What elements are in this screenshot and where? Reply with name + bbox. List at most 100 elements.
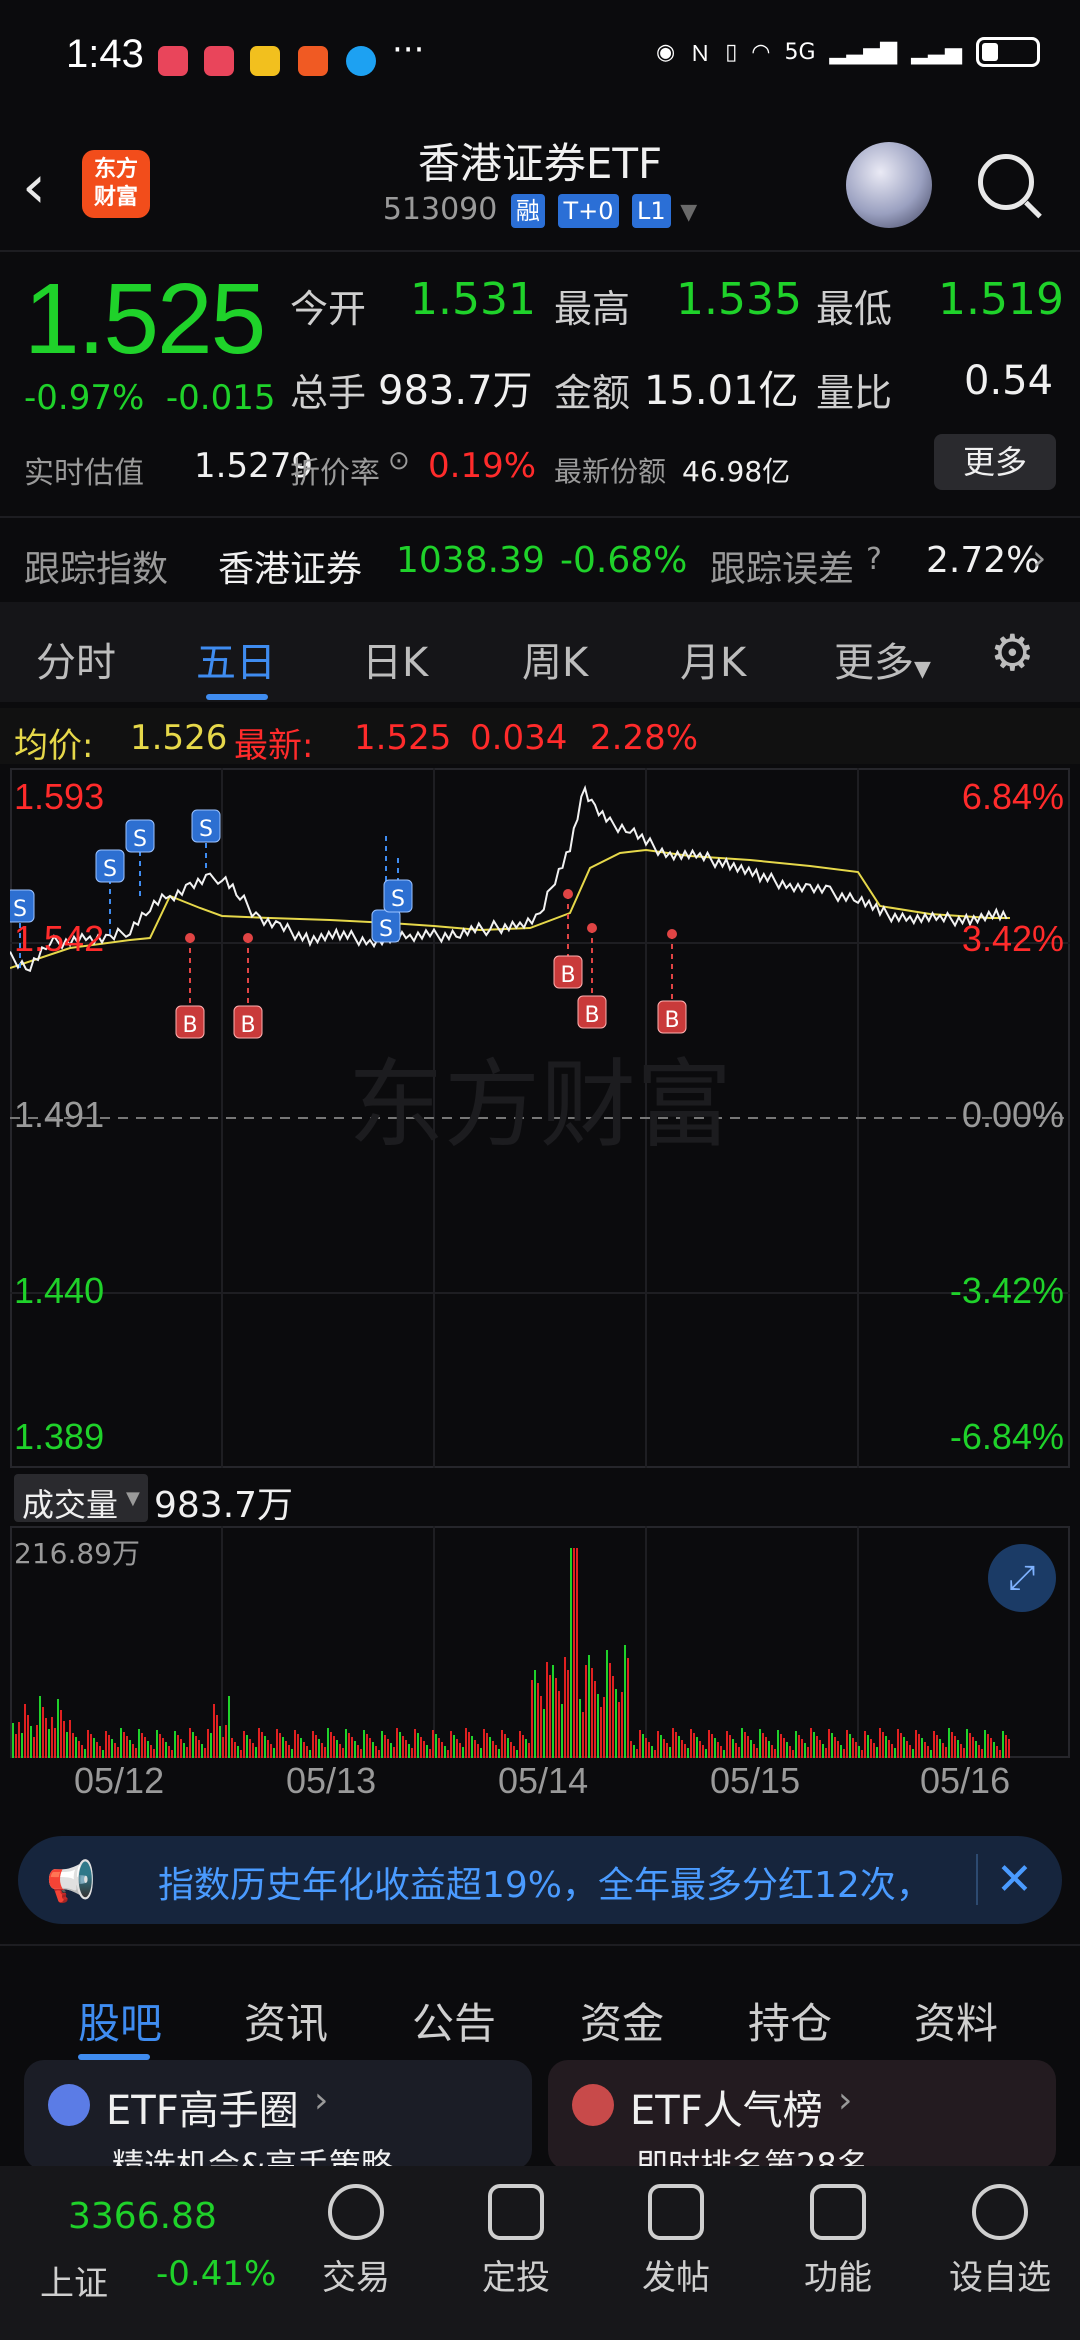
tab-holdings[interactable]: 持仓 bbox=[748, 1990, 832, 2051]
volume-bar bbox=[564, 1657, 566, 1758]
search-icon[interactable] bbox=[978, 154, 1034, 210]
tab-more[interactable]: 更多▼ bbox=[834, 630, 931, 688]
grid-icon bbox=[810, 2184, 866, 2240]
volume-bar bbox=[774, 1749, 776, 1758]
tab-daily-k[interactable]: 日K bbox=[362, 630, 428, 688]
volume-bar bbox=[315, 1735, 317, 1758]
volume-bar bbox=[15, 1734, 17, 1758]
volume-bar bbox=[951, 1732, 953, 1758]
buy-marker-label: B bbox=[182, 1013, 197, 1038]
volume-bar bbox=[213, 1704, 215, 1758]
volume-bar bbox=[969, 1733, 971, 1758]
volume-bar bbox=[882, 1732, 884, 1758]
tab-forum[interactable]: 股吧 bbox=[78, 1990, 162, 2051]
volume-bar bbox=[435, 1734, 437, 1758]
tab-profile[interactable]: 资料 bbox=[914, 1990, 998, 2051]
index-name: 上证 bbox=[40, 2264, 108, 2304]
volume-bar bbox=[42, 1707, 44, 1758]
volume-bar bbox=[153, 1749, 155, 1758]
volume-bar bbox=[897, 1729, 899, 1758]
volume-bar bbox=[201, 1744, 203, 1758]
volume-bar bbox=[66, 1732, 68, 1758]
y-tick-right: 0.00% bbox=[961, 1094, 1064, 1135]
volume-bar bbox=[954, 1736, 956, 1758]
volume-bar bbox=[531, 1680, 533, 1758]
volume-bar bbox=[204, 1748, 206, 1758]
promo-banner[interactable]: 📢 指数历史年化收益超19%，全年最多分红12次， ✕ bbox=[18, 1836, 1062, 1924]
tab-announcements[interactable]: 公告 bbox=[412, 1990, 496, 2051]
volume-bar bbox=[198, 1740, 200, 1758]
tracking-error-label: 跟踪误差 bbox=[710, 549, 855, 590]
volume-bar bbox=[915, 1730, 917, 1758]
more-quote-button[interactable]: 更多 bbox=[934, 434, 1056, 490]
volume-bar bbox=[1005, 1735, 1007, 1758]
more-info-icon[interactable]: ⊙ bbox=[388, 446, 410, 476]
volume-bar bbox=[687, 1748, 689, 1758]
card-title: ETF高手圈 bbox=[106, 2088, 299, 2134]
volume-bar bbox=[819, 1740, 821, 1758]
volume-bar bbox=[714, 1738, 716, 1758]
tracking-index-pct: -0.68% bbox=[560, 540, 688, 581]
tracking-index-row[interactable]: 跟踪指数 香港证券 1038.39 -0.68% 跟踪误差 ? 2.72% › bbox=[0, 520, 1080, 600]
nav-add-watchlist[interactable]: 设自选 bbox=[940, 2184, 1060, 2299]
volume-bar bbox=[771, 1745, 773, 1758]
volume-bar bbox=[72, 1733, 74, 1758]
etf-expert-card[interactable]: ETF高手圈 › 精选机会&高手策略 bbox=[24, 2060, 532, 2184]
volume-bar bbox=[396, 1728, 398, 1758]
close-icon[interactable]: ✕ bbox=[976, 1854, 1033, 1905]
volume-bar bbox=[591, 1668, 593, 1758]
volume-bar bbox=[285, 1741, 287, 1758]
nav-post[interactable]: 发帖 bbox=[616, 2184, 736, 2299]
five-day-price-chart[interactable]: 东方财富 SSSSSSBBBBB 1.593 1.542 1.491 1.440… bbox=[5, 768, 1070, 1468]
date-label: 05/13 bbox=[286, 1760, 377, 1801]
assistant-robot-icon[interactable] bbox=[846, 142, 932, 228]
nav-label: 定投 bbox=[482, 2258, 550, 2298]
volume-bar bbox=[612, 1676, 614, 1758]
nav-invest[interactable]: 定投 bbox=[456, 2184, 576, 2299]
expand-icon[interactable]: ⤢ bbox=[988, 1544, 1056, 1612]
volume-chart[interactable]: 216.89万 ⤢ bbox=[10, 1526, 1070, 1758]
volume-bar bbox=[90, 1734, 92, 1758]
help-icon[interactable]: ? bbox=[866, 542, 882, 577]
indicator-select[interactable]: 成交量 ▼ bbox=[14, 1474, 148, 1524]
tab-intraday[interactable]: 分时 bbox=[36, 630, 116, 688]
volume-bar bbox=[282, 1737, 284, 1758]
tracking-label: 跟踪指数 bbox=[24, 549, 169, 590]
volume-bar bbox=[540, 1696, 542, 1758]
price-info-bar: 均价: 1.526 最新: 1.525 0.034 2.28% bbox=[0, 708, 1080, 766]
volume-bar bbox=[606, 1650, 608, 1758]
tab-funds[interactable]: 资金 bbox=[580, 1990, 664, 2051]
y-tick-right: 6.84% bbox=[961, 776, 1064, 817]
tab-weekly-k[interactable]: 周K bbox=[522, 630, 588, 688]
volume-bar bbox=[351, 1737, 353, 1758]
volume-bar bbox=[501, 1730, 503, 1758]
tab-five-day[interactable]: 五日 bbox=[196, 630, 276, 688]
tab-news[interactable]: 资讯 bbox=[244, 1990, 328, 2051]
volume-bar bbox=[759, 1729, 761, 1758]
tab-monthly-k[interactable]: 月K bbox=[680, 630, 746, 688]
volume-bar bbox=[993, 1742, 995, 1758]
volume-bar bbox=[930, 1750, 932, 1758]
volume-bar bbox=[369, 1738, 371, 1758]
nav-trade[interactable]: 交易 bbox=[296, 2184, 416, 2299]
banner-text: 指数历史年化收益超19%，全年最多分红12次， bbox=[158, 1865, 932, 1906]
volume-bar bbox=[93, 1738, 95, 1758]
volume-bar bbox=[303, 1742, 305, 1758]
y-tick-left: 1.593 bbox=[14, 776, 105, 817]
volume-bar bbox=[246, 1735, 248, 1758]
volume-bar bbox=[321, 1743, 323, 1758]
volume-bar bbox=[84, 1749, 86, 1758]
volume-bar bbox=[978, 1745, 980, 1758]
volume-bar bbox=[411, 1748, 413, 1758]
wifi-icon: ◠ bbox=[751, 39, 771, 65]
volume-bar bbox=[777, 1730, 779, 1758]
y-tick-left: 1.491 bbox=[14, 1094, 105, 1135]
chevron-down-icon: ▼ bbox=[914, 657, 931, 682]
etf-popularity-card[interactable]: ETF人气榜 › 即时排名第28名 bbox=[548, 2060, 1056, 2184]
volume-bar bbox=[186, 1747, 188, 1758]
volume-bar bbox=[108, 1735, 110, 1758]
nav-label: 功能 bbox=[804, 2258, 872, 2298]
volume-max-label: 216.89万 bbox=[14, 1537, 140, 1570]
nav-functions[interactable]: 功能 bbox=[778, 2184, 898, 2299]
gear-icon[interactable]: ⚙ bbox=[990, 624, 1035, 682]
